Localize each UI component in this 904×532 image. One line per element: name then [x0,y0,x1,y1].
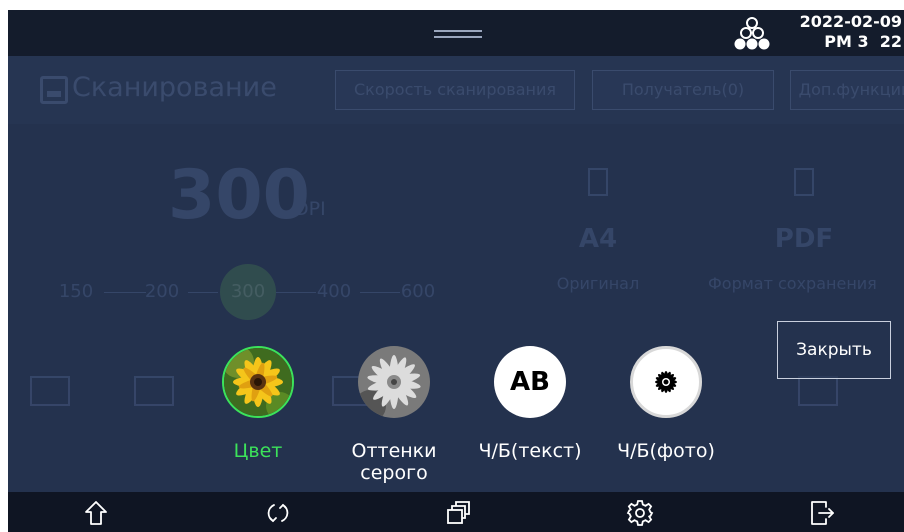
option-icon [30,376,70,406]
mode-label: Ч/Б(фото) [617,440,715,462]
scan-speed-button: Скорость сканирования [335,70,575,110]
device-screen: 2022-02-09 PM 3 22 Сканирование Скорость… [8,10,904,532]
time-text: PM 3 22 [824,32,902,51]
black-flower-icon [630,346,702,418]
close-button[interactable]: Закрыть [777,321,891,379]
scan-icon [40,76,68,104]
refresh-icon[interactable] [264,499,292,527]
clock: 2022-02-09 PM 3 22 [800,12,902,52]
mode-label: Ч/Б(текст) [478,440,582,462]
save-format-label: Формат сохранения [708,274,877,293]
resolution-option: 200 [144,281,180,302]
slider-track [276,292,316,293]
date-text: 2022-02-09 [799,12,902,31]
scan-title: Сканирование [72,72,277,103]
save-format: PDF [774,224,834,254]
resolution-option-selected: 300 [220,264,276,320]
logout-icon[interactable] [808,499,836,527]
option-icon [134,376,174,406]
grayscale-flower-icon [358,346,430,418]
scan-title-bar: Сканирование Скорость сканирования Получ… [8,56,904,124]
copy-windows-icon[interactable] [444,499,472,527]
resolution-option: 400 [316,281,352,302]
recipient-button: Получатель(0) [592,70,774,110]
resolution-option: 600 [400,281,436,302]
extra-functions-button: Доп.функции [790,70,904,110]
resolution-option: 150 [58,281,94,302]
slider-track [360,292,400,293]
document-icon [588,168,608,196]
slider-track [104,292,146,293]
toner-status-icon[interactable] [728,16,776,52]
mode-label: Цвет [233,440,283,462]
home-icon[interactable] [82,499,110,527]
slider-track [188,292,218,293]
option-icon [798,376,838,406]
documents-icon [794,168,814,196]
dpi-unit: DPI [294,198,326,220]
status-bar: 2022-02-09 PM 3 22 [8,10,904,56]
mode-label: Оттенки серого [351,440,437,484]
drag-handle[interactable] [434,27,482,41]
dpi-value: 300 [168,156,310,235]
settings-icon[interactable] [626,499,654,527]
ab-text-icon: AB [494,346,566,418]
scan-app-background: Сканирование Скорость сканирования Получ… [8,56,904,492]
original-label: Оригинал [556,274,640,293]
color-flower-icon [222,346,294,418]
bottom-nav-bar [8,492,904,532]
original-size: A4 [578,224,618,254]
